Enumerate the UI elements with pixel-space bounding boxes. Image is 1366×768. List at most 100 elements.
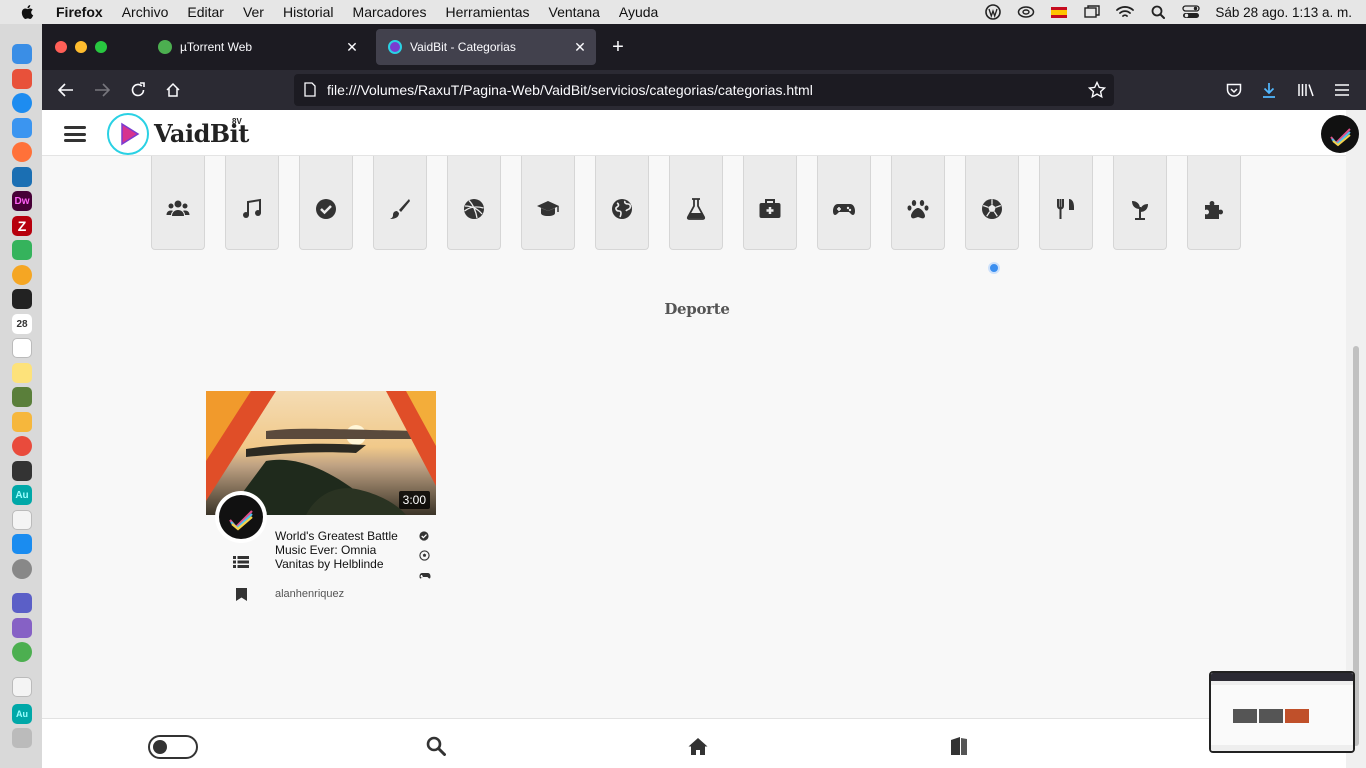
launchpad-icon[interactable] bbox=[12, 69, 32, 89]
menu-archivo[interactable]: Archivo bbox=[122, 4, 169, 20]
browser-window: µTorrent Web ✕ VaidBit - Categorias ✕ + … bbox=[42, 24, 1366, 768]
video-author[interactable]: alanhenriquez bbox=[275, 588, 344, 600]
bookmark-star-icon[interactable] bbox=[1088, 81, 1106, 99]
wifi-icon[interactable] bbox=[1116, 4, 1135, 20]
calendar-icon[interactable]: 28 bbox=[12, 314, 32, 334]
chrome-icon[interactable] bbox=[12, 436, 32, 456]
pocket-icon[interactable] bbox=[1223, 79, 1245, 101]
apple-icon[interactable] bbox=[20, 4, 36, 20]
close-window-button[interactable] bbox=[55, 41, 67, 53]
audition-file-icon[interactable]: Au bbox=[12, 704, 32, 724]
forward-arrow-icon[interactable] bbox=[91, 79, 113, 101]
tab-close-icon[interactable]: ✕ bbox=[572, 39, 588, 55]
category-button-music[interactable] bbox=[225, 156, 279, 250]
category-button-food[interactable] bbox=[1039, 156, 1093, 250]
playlist-icon[interactable] bbox=[233, 555, 249, 569]
category-button-art[interactable] bbox=[373, 156, 427, 250]
home-icon[interactable] bbox=[162, 79, 184, 101]
tab-title: VaidBit - Categorias bbox=[410, 40, 516, 54]
reload-icon[interactable] bbox=[127, 79, 149, 101]
document-icon[interactable] bbox=[12, 510, 32, 530]
zoom-window-button[interactable] bbox=[95, 41, 107, 53]
new-tab-button[interactable]: + bbox=[608, 37, 628, 57]
teams-icon[interactable] bbox=[12, 593, 32, 613]
bottom-navigation bbox=[42, 718, 1346, 768]
hamburger-menu-icon[interactable] bbox=[64, 126, 86, 142]
audition-icon[interactable]: Au bbox=[12, 485, 32, 505]
menu-herramientas[interactable]: Herramientas bbox=[445, 4, 529, 20]
library-book-icon[interactable] bbox=[948, 735, 970, 757]
trash-icon[interactable] bbox=[12, 728, 32, 748]
creative-cloud-icon[interactable] bbox=[1017, 4, 1035, 20]
finder-icon[interactable] bbox=[12, 44, 32, 64]
maps-icon[interactable] bbox=[12, 240, 32, 260]
dreamweaver-icon[interactable]: Dw bbox=[12, 191, 32, 211]
video-card[interactable]: 3:00 World's Greatest Battle Music Ever:… bbox=[206, 391, 436, 621]
url-text[interactable]: file:///Volumes/RaxuT/Pagina-Web/VaidBit… bbox=[327, 82, 813, 98]
safari-icon[interactable] bbox=[12, 93, 32, 113]
bookmark-icon[interactable] bbox=[235, 587, 247, 601]
notes-icon[interactable] bbox=[12, 363, 32, 383]
app-icon[interactable] bbox=[12, 387, 32, 407]
spotlight-search-icon[interactable] bbox=[1149, 4, 1167, 20]
firefox-icon[interactable] bbox=[12, 142, 32, 162]
category-button-pets[interactable] bbox=[891, 156, 945, 250]
menu-ayuda[interactable]: Ayuda bbox=[619, 4, 658, 20]
menu-marcadores[interactable]: Marcadores bbox=[353, 4, 427, 20]
system-preferences-icon[interactable] bbox=[12, 559, 32, 579]
reminders-icon[interactable] bbox=[12, 338, 32, 358]
tab-close-icon[interactable]: ✕ bbox=[344, 39, 360, 55]
minimize-window-button[interactable] bbox=[75, 41, 87, 53]
category-button-education[interactable] bbox=[521, 156, 575, 250]
category-button-people[interactable] bbox=[151, 156, 205, 250]
site-header: VaidBit 8V bbox=[42, 110, 1359, 156]
wordpress-icon[interactable] bbox=[984, 4, 1002, 20]
menu-historial[interactable]: Historial bbox=[283, 4, 334, 20]
app-store-icon[interactable] bbox=[12, 534, 32, 554]
vaidbit-logo-icon[interactable] bbox=[107, 113, 149, 155]
visual-studio-icon[interactable] bbox=[12, 618, 32, 638]
category-button-sports[interactable] bbox=[965, 156, 1019, 250]
app-icon-2[interactable] bbox=[12, 461, 32, 481]
menu-editar[interactable]: Editar bbox=[187, 4, 224, 20]
category-button-basketball[interactable] bbox=[447, 156, 501, 250]
video-title[interactable]: World's Greatest Battle Music Ever: Omni… bbox=[275, 529, 405, 571]
category-button-health[interactable] bbox=[743, 156, 797, 250]
category-button-misc[interactable] bbox=[1187, 156, 1241, 250]
downloads-icon[interactable] bbox=[1258, 79, 1280, 101]
tab-vaidbit[interactable]: VaidBit - Categorias ✕ bbox=[376, 29, 596, 65]
category-button-nature[interactable] bbox=[1113, 156, 1167, 250]
textedit-icon[interactable] bbox=[12, 412, 32, 432]
category-button-verified[interactable] bbox=[299, 156, 353, 250]
mail-icon[interactable] bbox=[12, 118, 32, 138]
category-button-science[interactable] bbox=[669, 156, 723, 250]
category-button-games[interactable] bbox=[817, 156, 871, 250]
utorrent-icon[interactable] bbox=[12, 642, 32, 662]
back-arrow-icon[interactable] bbox=[55, 79, 77, 101]
app-window-icon[interactable] bbox=[12, 167, 32, 187]
theme-toggle-switch[interactable] bbox=[148, 735, 198, 759]
menu-ventana[interactable]: Ventana bbox=[549, 4, 600, 20]
control-center-icon[interactable] bbox=[1182, 4, 1201, 20]
address-bar[interactable]: file:///Volumes/RaxuT/Pagina-Web/VaidBit… bbox=[294, 74, 1114, 106]
library-icon[interactable] bbox=[1295, 79, 1317, 101]
screenshot-thumbnail-preview[interactable] bbox=[1209, 671, 1355, 753]
dribbble-icon bbox=[464, 199, 484, 219]
home-nav-icon[interactable] bbox=[687, 735, 709, 757]
flask-icon bbox=[686, 198, 706, 220]
file-icon[interactable] bbox=[12, 677, 32, 697]
user-avatar[interactable] bbox=[1321, 115, 1359, 153]
category-button-world[interactable] bbox=[595, 156, 649, 250]
filezilla-icon[interactable]: Z bbox=[12, 216, 32, 236]
app-menu-icon[interactable] bbox=[1331, 79, 1353, 101]
photos-icon[interactable] bbox=[12, 265, 32, 285]
channel-avatar[interactable] bbox=[215, 491, 267, 543]
terminal-icon[interactable] bbox=[12, 289, 32, 309]
menubar-clock[interactable]: Sáb 28 ago. 1:13 a. m. bbox=[1215, 5, 1352, 20]
menu-app-name[interactable]: Firefox bbox=[56, 4, 103, 20]
tab-utorrent[interactable]: µTorrent Web ✕ bbox=[146, 29, 368, 65]
menu-ver[interactable]: Ver bbox=[243, 4, 264, 20]
spanish-flag-icon[interactable] bbox=[1050, 4, 1068, 20]
search-icon[interactable] bbox=[425, 735, 447, 757]
window-switcher-icon[interactable] bbox=[1083, 4, 1101, 20]
